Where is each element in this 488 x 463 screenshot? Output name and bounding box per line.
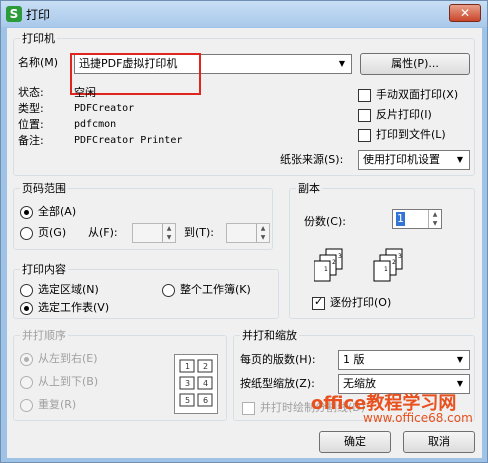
to-label: 到(T): [184,226,215,239]
page-order-grid-icon: 1 2 3 4 5 6 [174,354,218,414]
ok-button[interactable]: 确定 [319,431,391,453]
page-range-group: 页码范围 全部(A) 页(G) 从(F): ▲ ▼ 到(T): ▲ ▼ [13,182,273,250]
grid-cell-label: 5 [185,396,190,405]
cancel-button[interactable]: 取消 [403,431,475,453]
selection-label[interactable]: 选定区域(N) [38,283,99,297]
page-range-all-radio[interactable] [20,206,33,219]
wps-app-icon: S [6,6,22,22]
repeat-radio[interactable] [20,399,33,412]
status-value: 空闲 [74,86,96,99]
reverse-print-checkbox[interactable] [358,109,371,122]
active-sheets-radio[interactable] [20,302,33,315]
active-sheets-label[interactable]: 选定工作表(V) [38,301,109,315]
grid-cell-label: 1 [185,362,190,371]
left-to-right-label[interactable]: 从左到右(E) [38,352,98,366]
chevron-down-icon: ▼ [456,155,464,164]
stepper-arrows-icon[interactable]: ▲ ▼ [162,224,175,242]
grid-cell-label: 2 [203,362,208,371]
stack-page-label: 3 [338,253,342,260]
chevron-down-icon: ▼ [338,59,346,68]
printer-group-title: 打印机 [20,32,57,45]
close-button[interactable]: ✕ [449,4,481,22]
draw-borders-checkbox[interactable] [242,402,255,415]
page-range-all-label[interactable]: 全部(A) [38,205,76,219]
type-label: 类型: [18,102,44,115]
print-dialog: S 打印 ✕ 打印机 名称(M) 迅捷PDF虚拟打印机 ▼ 属性(P)... 状… [0,0,488,463]
from-page-stepper[interactable]: ▲ ▼ [132,223,176,243]
reverse-print-label[interactable]: 反片打印(I) [376,108,432,122]
copies-group: 副本 份数(C): 1 ▲ ▼ 3 2 1 3 2 1 ✓ 逐份打印(O) [289,182,475,319]
collate-stack-2: 3 2 1 [373,248,403,282]
print-order-group: 并打顺序 从左到右(E) 从上到下(B) 重复(R) 1 2 3 4 5 6 [13,329,227,421]
print-to-file-checkbox[interactable] [358,129,371,142]
pages-per-sheet-select[interactable]: 1 版 ▼ [338,350,470,370]
comment-label: 备注: [18,134,44,147]
copies-count-stepper[interactable]: 1 ▲ ▼ [392,209,442,229]
pages-per-sheet-value: 1 版 [343,353,365,366]
scale-label: 按纸型缩放(Z): [240,377,315,390]
print-content-group-title: 打印内容 [20,263,68,276]
entire-workbook-radio[interactable] [162,284,175,297]
collate-label[interactable]: 逐份打印(O) [330,296,391,310]
paper-source-value: 使用打印机设置 [363,153,440,166]
stack-page-label: 2 [332,259,336,266]
location-label: 位置: [18,118,44,131]
from-label: 从(F): [88,226,118,239]
paper-source-select[interactable]: 使用打印机设置 ▼ [358,150,470,170]
page-range-pages-label[interactable]: 页(G) [38,226,66,240]
copies-count-value: 1 [396,212,405,226]
print-content-group: 打印内容 选定区域(N) 整个工作簿(K) 选定工作表(V) [13,263,279,319]
printer-name-label: 名称(M) [18,56,59,69]
grid-cell-label: 4 [203,379,208,388]
copies-group-title: 副本 [296,182,322,195]
left-to-right-radio[interactable] [20,353,33,366]
grid-cell-label: 3 [185,379,190,388]
collate-pages-icon: 3 2 1 3 2 1 [314,248,403,282]
site-watermark-url: www.office68.com [363,411,473,425]
entire-workbook-label[interactable]: 整个工作簿(K) [180,283,251,297]
type-value: PDFCreator [74,103,135,114]
stepper-arrows-icon[interactable]: ▲ ▼ [256,224,269,242]
scaling-group-title: 并打和缩放 [240,329,299,342]
top-to-bottom-radio[interactable] [20,376,33,389]
stepper-arrows-icon[interactable]: ▲ ▼ [428,210,441,228]
dialog-title: 打印 [26,8,51,22]
selection-radio[interactable] [20,284,33,297]
comment-value: PDFCreator Printer [74,135,183,146]
top-to-bottom-label[interactable]: 从上到下(B) [38,375,98,389]
close-icon: ✕ [459,6,471,20]
stack-page-label: 1 [324,266,328,273]
print-order-group-title: 并打顺序 [20,329,68,342]
manual-duplex-checkbox[interactable] [358,89,371,102]
to-page-stepper[interactable]: ▲ ▼ [226,223,270,243]
stack-page-label: 3 [398,253,402,260]
stack-page-label: 1 [384,266,388,273]
status-label: 状态: [18,86,44,99]
pages-per-sheet-label: 每页的版数(H): [240,353,316,366]
collate-stack-1: 3 2 1 [314,248,343,282]
print-to-file-label[interactable]: 打印到文件(L) [376,128,446,142]
properties-button[interactable]: 属性(P)... [360,53,470,75]
copies-count-label: 份数(C): [304,215,346,228]
paper-source-label: 纸张来源(S): [280,153,344,166]
title-bar[interactable]: S 打印 ✕ [1,1,487,27]
collate-checkbox[interactable] [312,295,325,310]
stack-page-label: 2 [392,259,396,266]
location-value: pdfcmon [74,119,117,130]
printer-group: 打印机 名称(M) 迅捷PDF虚拟打印机 ▼ 属性(P)... 状态: 空闲 类… [13,32,475,176]
manual-duplex-label[interactable]: 手动双面打印(X) [376,88,458,102]
repeat-label[interactable]: 重复(R) [38,398,76,412]
grid-cell-label: 6 [203,396,208,405]
chevron-down-icon: ▼ [456,355,464,364]
page-range-pages-radio[interactable] [20,227,33,240]
page-range-group-title: 页码范围 [20,182,68,195]
